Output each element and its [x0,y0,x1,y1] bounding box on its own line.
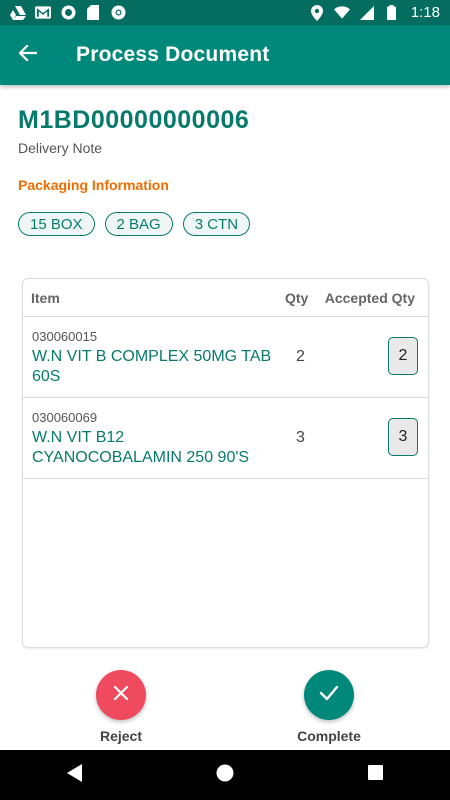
item-name: W.N VIT B12 CYANOCOBALAMIN 250 90'S [32,429,250,466]
circle-home-icon [216,764,234,787]
status-bar: 1:18 [0,0,450,25]
items-table: Item Qty Accepted Qty 030060015 W.N VIT … [22,278,429,648]
record-icon [60,5,76,21]
table-row: 030060069 W.N VIT B12 CYANOCOBALAMIN 250… [23,398,428,479]
navigation-bar [0,750,450,800]
nav-back-button[interactable] [45,750,105,800]
column-header-accepted-qty: Accepted Qty [324,290,415,306]
status-bar-system: 1:18 [309,4,440,21]
item-code: 030060069 [32,410,98,425]
accepted-qty-input[interactable]: 3 [388,418,418,456]
screen: 1:18 Process Document M1BD00000000006 De… [0,0,450,800]
triangle-back-icon [67,763,83,787]
reject-button[interactable] [96,670,146,720]
item-qty: 3 [296,429,305,446]
close-icon [113,685,129,706]
packaging-chip: 15 BOX [18,212,95,236]
wifi-icon [333,5,350,21]
sd-card-icon [85,5,101,21]
status-time: 1:18 [410,4,440,21]
column-header-item: Item [31,290,60,306]
document-type: Delivery Note [18,140,103,156]
battery-icon [384,5,400,21]
arrow-left-icon [18,43,39,66]
packaging-chips: 15 BOX 2 BAG 3 CTN [18,212,251,236]
app-bar: Process Document [0,25,450,85]
document-number: M1BD00000000006 [18,106,250,134]
packaging-chip: 3 CTN [182,212,251,236]
reject-label: Reject [99,728,143,744]
square-recents-icon [367,765,383,785]
chrome-icon [110,5,126,21]
nav-home-button[interactable] [195,750,255,800]
check-icon [319,685,339,706]
column-header-qty: Qty [285,290,309,306]
item-qty: 2 [296,348,305,365]
drive-icon [10,5,26,21]
packaging-chip: 2 BAG [104,212,173,236]
packaging-heading: Packaging Information [18,177,169,193]
complete-label: Complete [297,728,361,744]
signal-icon [359,5,375,21]
back-button[interactable] [0,25,56,85]
complete-action: Complete [269,670,389,744]
location-icon [309,4,325,21]
gmail-icon [35,5,51,21]
table-header: Item Qty Accepted Qty [23,279,428,317]
table-row: 030060015 W.N VIT B COMPLEX 50MG TAB 60S… [23,317,428,398]
item-name: W.N VIT B COMPLEX 50MG TAB 60S [32,348,272,385]
page-title: Process Document [76,43,270,66]
accepted-qty-input[interactable]: 2 [388,337,418,375]
nav-recents-button[interactable] [345,750,405,800]
complete-button[interactable] [304,670,354,720]
reject-action: Reject [61,670,181,744]
item-code: 030060015 [32,329,98,344]
status-bar-notifications [10,5,126,21]
